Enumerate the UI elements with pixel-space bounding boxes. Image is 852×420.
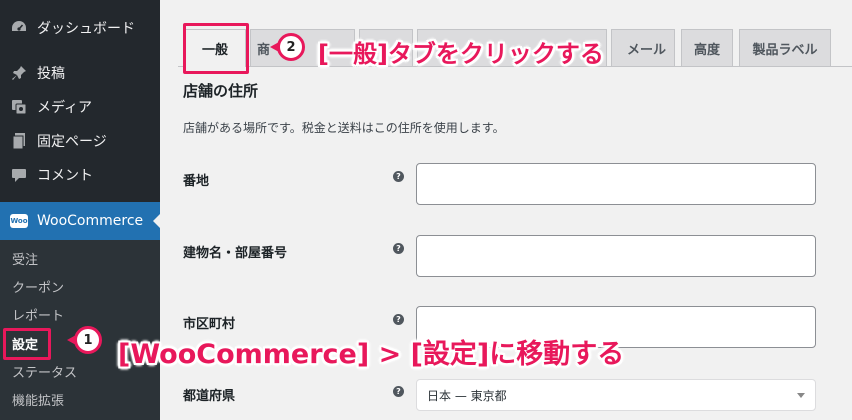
page-icon — [10, 132, 28, 150]
address1-input[interactable] — [416, 163, 816, 205]
sidebar-item-label: ダッシュボード — [37, 21, 135, 37]
sidebar-item-label: 固定ページ — [37, 134, 107, 150]
help-icon[interactable]: ? — [393, 171, 404, 182]
section-description: 店舗がある場所です。税金と送料はこの住所を使用します。 — [183, 121, 505, 135]
woocommerce-icon: Woo — [10, 214, 28, 228]
sidebar-item-label: 投稿 — [37, 66, 65, 82]
step2-annotation: [一般]タブをクリックする — [318, 40, 604, 68]
sidebar-item-comments[interactable]: コメント — [0, 158, 160, 192]
field-label-state: 都道府県 — [183, 389, 236, 404]
step2-pointer — [270, 42, 279, 52]
sidebar-item-pages[interactable]: 固定ページ — [0, 124, 160, 158]
tab-advanced[interactable]: 高度 — [681, 29, 733, 66]
submenu-item-coupons[interactable]: クーポン — [12, 274, 64, 298]
field-label-address2: 建物名・部屋番号 — [183, 246, 288, 261]
sidebar-item-label: コメント — [37, 168, 93, 184]
comment-icon — [10, 166, 28, 184]
submenu-item-extensions[interactable]: 機能拡張 — [12, 387, 64, 411]
sidebar-item-woocommerce[interactable]: Woo WooCommerce — [0, 202, 160, 240]
submenu-item-reports[interactable]: レポート — [12, 302, 64, 326]
tab-email[interactable]: メール — [611, 29, 675, 66]
media-icon — [10, 98, 28, 116]
sidebar-item-label: WooCommerce — [37, 213, 144, 229]
section-title: 店舗の住所 — [183, 82, 259, 100]
sidebar-item-posts[interactable]: 投稿 — [0, 56, 160, 90]
help-icon[interactable]: ? — [393, 386, 404, 397]
pin-icon — [10, 64, 28, 82]
submenu-item-orders[interactable]: 受注 — [12, 246, 38, 270]
field-label-city: 市区町村 — [183, 317, 236, 332]
dashboard-icon — [10, 19, 28, 37]
step1-number-badge: 1 — [67, 326, 102, 354]
general-tab-highlight-box — [183, 23, 249, 74]
select-value: 日本 — 東京都 — [427, 388, 507, 403]
step2-number-badge: 2 — [270, 33, 305, 61]
field-label-address1: 番地 — [183, 174, 210, 189]
tab-product-labels[interactable]: 製品ラベル — [739, 29, 831, 66]
sidebar-item-dashboard[interactable]: ダッシュボード — [0, 11, 160, 45]
chevron-down-icon — [797, 393, 805, 398]
country-state-select[interactable]: 日本 — 東京都 — [416, 379, 816, 411]
settings-highlight-box — [3, 328, 51, 360]
sidebar-item-media[interactable]: メディア — [0, 90, 160, 124]
help-icon[interactable]: ? — [393, 243, 404, 254]
address2-input[interactable] — [416, 235, 816, 277]
step1-annotation: [WooCommerce] > [設定]に移動する — [118, 339, 625, 370]
sidebar-item-label: メディア — [37, 100, 93, 116]
submenu-item-status[interactable]: ステータス — [12, 359, 77, 383]
current-menu-arrow — [153, 214, 160, 228]
help-icon[interactable]: ? — [393, 314, 404, 325]
step1-pointer — [67, 335, 76, 345]
